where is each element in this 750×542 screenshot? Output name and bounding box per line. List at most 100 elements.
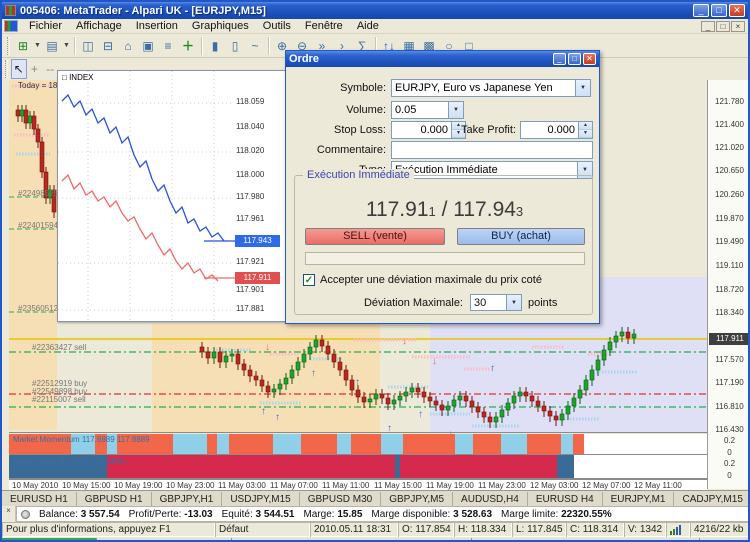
app-icon [5, 5, 16, 16]
status-profile[interactable]: Défaut [215, 522, 310, 537]
status-high: H: 118.334 [454, 522, 512, 537]
tab-gbpjpy-m5[interactable]: GBPJPY,M5 [381, 492, 453, 506]
tab-eurjpy-m1[interactable]: EURJPY,M1 [603, 492, 675, 506]
price-tick: 120.650 [708, 166, 750, 175]
volume-select[interactable]: 0.05 ▼ [391, 101, 464, 119]
maximize-button[interactable]: □ [711, 4, 727, 17]
status-open: O: 117.854 [398, 522, 454, 537]
tab-gbpusd-h1[interactable]: GBPUSD H1 [77, 492, 152, 506]
price-tick: 121.780 [708, 97, 750, 106]
profiles-caret-icon[interactable]: ▼ [62, 42, 71, 49]
menu-outils[interactable]: Outils [256, 19, 298, 33]
terminal-close-button[interactable]: × [2, 506, 16, 522]
takeprofit-value: 0.000 [521, 122, 578, 138]
index-bid-line [62, 175, 218, 281]
menu-insertion[interactable]: Insertion [129, 19, 185, 33]
deviation-select[interactable]: 30 ▼ [470, 294, 522, 311]
price-tick: 118.720 [708, 285, 750, 294]
dialog-close-button[interactable]: ✕ [583, 53, 596, 65]
new-chart-icon[interactable]: ⊞ [13, 36, 33, 56]
index-tick: 117.881 [236, 304, 286, 313]
line-chart-icon[interactable]: ~ [245, 36, 265, 56]
market-watch-icon[interactable]: ◫ [78, 36, 98, 56]
menu-fichier[interactable]: Fichier [22, 19, 69, 33]
buy-button[interactable]: BUY (achat) [457, 228, 585, 245]
chart-menu-icon[interactable] [4, 20, 18, 32]
tab-eurusd-h1[interactable]: EURUSD H1 [2, 492, 77, 506]
tab-audusd-h4[interactable]: AUDUSD,H4 [453, 492, 528, 506]
symbol-value: EURJPY, Euro vs Japanese Yen [392, 82, 575, 94]
spin-up-icon[interactable]: ▲ [579, 122, 592, 130]
indicator-scale-tick: 0 [708, 448, 750, 457]
trendline-tool-icon[interactable]: -- [42, 59, 58, 79]
menu-aide[interactable]: Aide [350, 19, 386, 33]
index-tick: 117.921 [236, 257, 286, 266]
candlestick-chart-icon[interactable]: ▯ [225, 36, 245, 56]
deviation-checkbox-label: Accepter une déviation maximale du prix … [320, 274, 542, 286]
menu-bar: Fichier Affichage Insertion Graphiques O… [2, 19, 748, 34]
svg-text:↓: ↓ [265, 342, 270, 353]
chevron-down-icon[interactable]: ▼ [575, 80, 590, 96]
index-bid-badge: 117.911 [235, 272, 280, 284]
drawing-toolbar: ↖ + -- [2, 58, 58, 80]
chevron-down-icon[interactable]: ▼ [448, 102, 463, 118]
tab-usdjpy-m15[interactable]: USDJPY,M15 [222, 492, 299, 506]
menu-fenetre[interactable]: Fenêtre [298, 19, 350, 33]
chevron-down-icon[interactable]: ▼ [506, 295, 521, 310]
metatrader-window: 005406: MetaTrader - Alpari UK - [EURJPY… [0, 0, 750, 542]
taskbar-segment [700, 538, 750, 542]
svg-text:↑: ↑ [261, 406, 266, 417]
tab-gbpusd-m30[interactable]: GBPUSD M30 [300, 492, 381, 506]
tab-gbpjpy-h1[interactable]: GBPJPY,H1 [152, 492, 223, 506]
svg-text:↓: ↓ [220, 346, 225, 357]
navigator-icon[interactable]: ⌂ [118, 36, 138, 56]
mdi-close-button[interactable]: × [731, 21, 745, 32]
symbol-select[interactable]: EURJPY, Euro vs Japanese Yen ▼ [391, 79, 591, 97]
crosshair-tool-icon[interactable]: + [27, 59, 43, 79]
tab-cadjpy-m15[interactable]: CADJPY,M15 [674, 492, 750, 506]
price-axis: 121.780 121.400 121.020 120.650 120.260 … [707, 80, 750, 489]
current-price-badge: 117.911 [709, 333, 750, 345]
order-status-bar [305, 252, 585, 265]
menu-affichage[interactable]: Affichage [69, 19, 129, 33]
terminal-icon[interactable]: ▣ [138, 36, 158, 56]
dialog-maximize-button[interactable]: □ [568, 53, 581, 65]
bias-label: Market Bias 117.4335 117.4835 [13, 457, 125, 466]
order-dialog-titlebar: Ordre _ □ ✕ [286, 51, 599, 67]
svg-text:↓: ↓ [432, 356, 437, 367]
index-tick: 117.980 [236, 192, 286, 201]
account-summary: Balance: 3 557.54 Profit/Perte: -13.03 E… [16, 506, 750, 522]
cursor-tool-icon[interactable]: ↖ [11, 59, 27, 79]
tab-eurusd-h4[interactable]: EURUSD H4 [528, 492, 603, 506]
time-tick: 11 May 19:00 [426, 481, 474, 490]
bar-chart-icon[interactable]: ▮ [205, 36, 225, 56]
status-traffic: 4216/22 kb [690, 522, 750, 537]
price-tick: 119.870 [708, 214, 750, 223]
time-tick: 11 May 07:00 [270, 481, 318, 490]
index-indicator-window: □ INDEX 118.059 118.040 118.020 118.000 … [57, 70, 287, 322]
index-tick: 117.901 [236, 285, 286, 294]
comment-input[interactable] [391, 141, 593, 159]
indicator-scale-tick: 0.2 [708, 459, 750, 468]
status-bar: Pour plus d'informations, appuyez F1 Déf… [2, 522, 750, 537]
strategy-tester-icon[interactable]: ≡ [158, 36, 178, 56]
dialog-minimize-button[interactable]: _ [553, 53, 566, 65]
new-chart-caret-icon[interactable]: ▼ [33, 42, 42, 49]
mdi-restore-button[interactable]: □ [716, 21, 730, 32]
new-order-icon[interactable]: ＋ [178, 36, 198, 56]
deviation-checkbox[interactable]: ✓ [303, 274, 315, 286]
spin-down-icon[interactable]: ▼ [579, 130, 592, 138]
mdi-minimize-button[interactable]: _ [701, 21, 715, 32]
data-window-icon[interactable]: ⊟ [98, 36, 118, 56]
sell-button[interactable]: SELL (vente) [305, 228, 445, 245]
index-ask-line [62, 95, 224, 241]
minimize-button[interactable]: _ [693, 4, 709, 17]
order-label: #22115007 sell [32, 395, 86, 404]
price-tick: 121.020 [708, 143, 750, 152]
index-window-title: □ INDEX [62, 73, 94, 82]
index-tick: 117.961 [236, 214, 286, 223]
takeprofit-stepper[interactable]: 0.000 ▲▼ [520, 121, 593, 139]
profiles-icon[interactable]: ▤ [42, 36, 62, 56]
menu-graphiques[interactable]: Graphiques [185, 19, 256, 33]
close-button[interactable]: ✕ [729, 4, 745, 17]
